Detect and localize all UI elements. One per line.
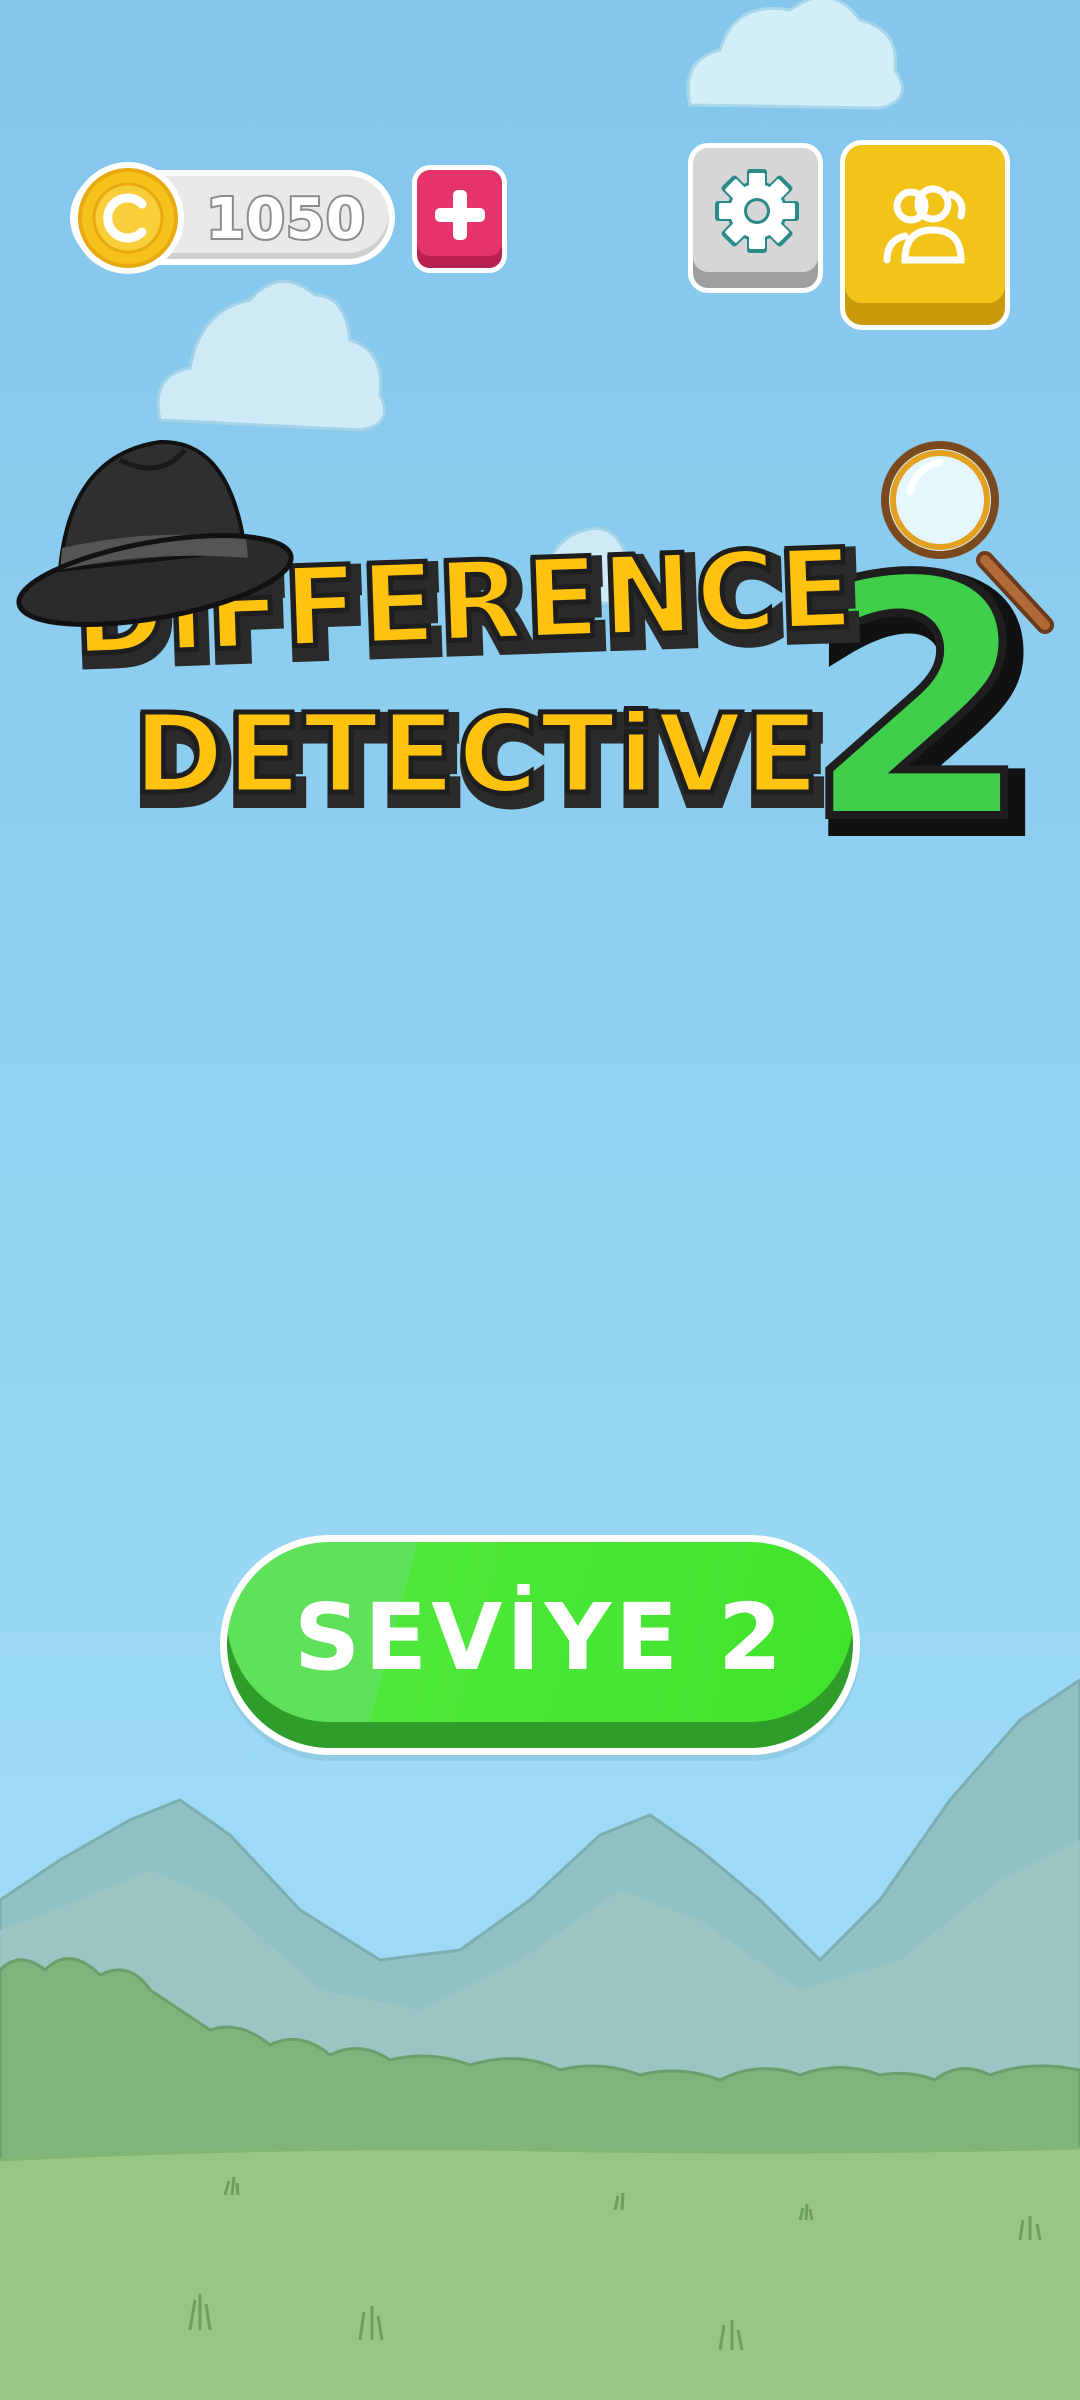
game-logo: 2 2 DiFFERENCE DiFFERENCE DETECTiVE DETE…	[16, 439, 1054, 880]
coin-icon	[68, 158, 188, 278]
background-scenery	[0, 0, 1080, 2400]
plus-icon	[435, 190, 485, 240]
settings-button[interactable]	[688, 143, 823, 293]
users-icon	[883, 185, 966, 264]
gear-icon	[715, 169, 799, 253]
cloud	[686, 0, 904, 110]
logo-line-2: DETECTiVE	[133, 690, 821, 818]
add-coins-button[interactable]	[412, 165, 507, 273]
cloud	[156, 279, 386, 432]
coin-count: 1050	[204, 187, 367, 252]
level-play-button[interactable]: SEVİYE 2	[220, 1535, 860, 1755]
profile-button[interactable]	[840, 140, 1010, 330]
level-button-label: SEVİYE 2	[293, 1584, 787, 1691]
